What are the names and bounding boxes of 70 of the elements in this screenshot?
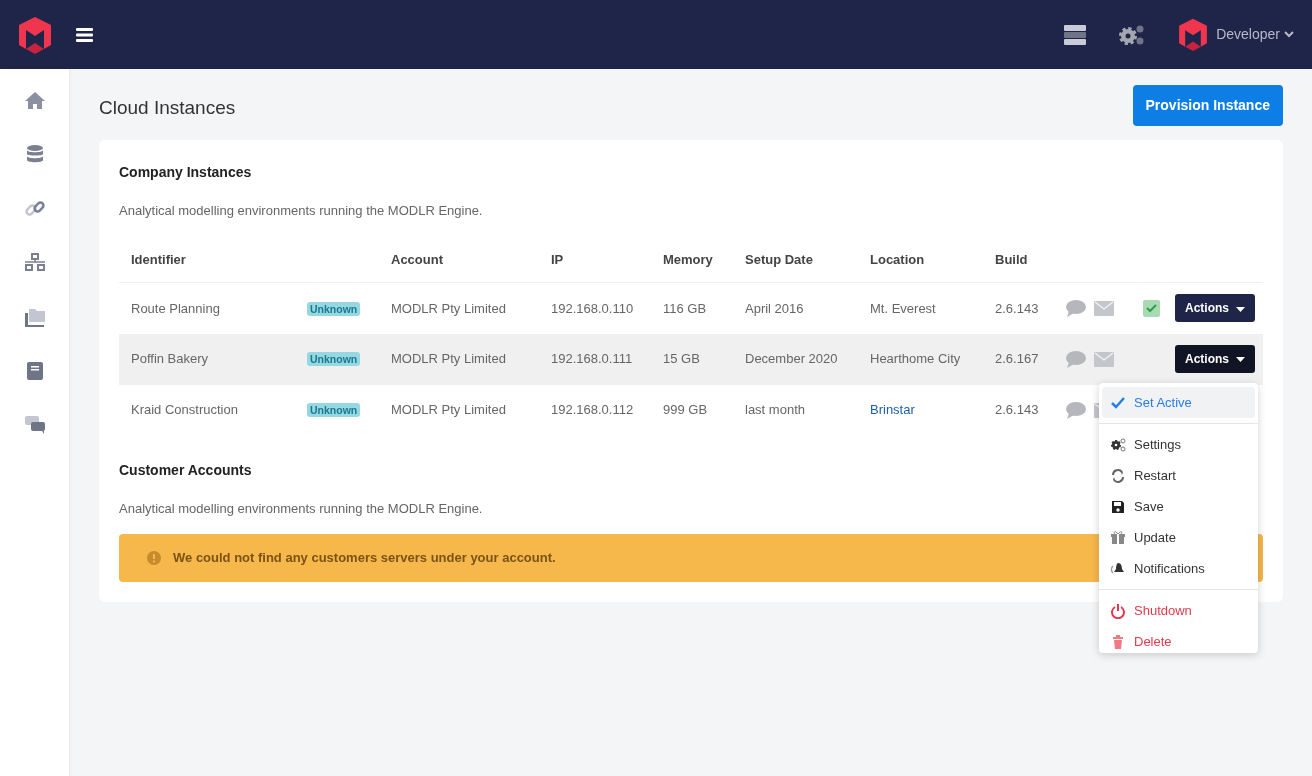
section-description: Analytical modelling environments running the MODLR Engine.: [119, 202, 483, 220]
warning-icon: [147, 550, 161, 565]
alert-message: We could not find any customers servers under your account.: [173, 549, 556, 567]
network-icon: [23, 252, 46, 274]
status-badge: Unknown: [307, 301, 361, 316]
table-cell: April 2016: [745, 300, 804, 316]
menu-item[interactable]: Notifications: [1102, 553, 1255, 584]
table-cell: December 2020: [745, 351, 838, 367]
active-checkbox[interactable]: [1143, 299, 1160, 317]
section-title: Customer Accounts: [119, 460, 252, 480]
chat-icon: [23, 414, 46, 436]
table-cell: MODLR Pty Limited: [391, 402, 506, 418]
column-header: Account: [391, 251, 443, 267]
sms-icon[interactable]: [1066, 401, 1086, 419]
table-cell: 192.168.0.111: [551, 351, 633, 367]
check-icon: [1146, 303, 1157, 313]
table-cell: Route Planning: [131, 300, 220, 316]
column-header: Identifier: [131, 251, 186, 267]
menu-icon[interactable]: [76, 27, 93, 42]
gears-icon: [1110, 436, 1126, 453]
server-icon[interactable]: [1064, 24, 1087, 45]
section-title: Company Instances: [119, 163, 252, 182]
folders-icon: [23, 306, 46, 328]
table-cell: Kraid Construction: [131, 402, 238, 418]
column-header: Build: [995, 251, 1028, 267]
menu-item[interactable]: Save: [1102, 491, 1255, 522]
table-cell: 192.168.0.110: [551, 300, 634, 316]
actions-button[interactable]: Actions: [1175, 294, 1256, 323]
table-cell: last month: [745, 402, 805, 418]
table-cell: 116 GB: [663, 300, 707, 316]
power-icon: [1110, 602, 1126, 619]
table-cell: Mt. Everest: [870, 300, 936, 316]
column-header: Location: [870, 251, 925, 267]
status-badge: Unknown: [307, 352, 361, 367]
avatar-icon: [1178, 18, 1209, 51]
status-badge: Unknown: [307, 403, 361, 418]
menu-item[interactable]: Delete: [1102, 626, 1255, 653]
sms-icon[interactable]: [1066, 299, 1086, 317]
logo-icon: [18, 15, 52, 54]
table-cell: 999 GB: [663, 402, 708, 418]
refresh-icon: [1110, 467, 1126, 484]
trash-icon: [1110, 633, 1126, 650]
menu-item[interactable]: Restart: [1102, 460, 1255, 491]
actions-button[interactable]: Actions: [1175, 345, 1256, 373]
provision-instance-button[interactable]: Provision Instance: [1132, 85, 1283, 126]
table-cell: 15 GB: [663, 351, 700, 367]
table-cell: MODLR Pty Limited: [391, 351, 506, 367]
menu-item[interactable]: Update: [1102, 522, 1255, 553]
menu-item[interactable]: Set Active: [1102, 387, 1255, 418]
table-cell: Poffin Bakery: [131, 351, 209, 367]
home-icon: [23, 90, 46, 112]
caret-icon: [1236, 306, 1246, 312]
gift-icon: [1110, 529, 1126, 546]
table-cell: Hearthome City: [870, 351, 961, 367]
table-cell: MODLR Pty Limited: [391, 300, 506, 316]
table-cell: 2.6.143: [995, 300, 1039, 316]
column-header: Memory: [663, 251, 713, 267]
section-description: Analytical modelling environments running the MODLR Engine.: [119, 499, 483, 518]
user-menu[interactable]: Developer: [1216, 24, 1294, 45]
caret-icon: [1236, 357, 1246, 363]
page-title: Cloud Instances: [99, 96, 236, 120]
location-link[interactable]: Brinstar: [870, 402, 915, 418]
table-cell: 192.168.0.112: [551, 402, 634, 418]
column-header: Setup Date: [745, 251, 813, 267]
column-header: IP: [551, 251, 564, 267]
table-cell: 2.6.167: [995, 351, 1039, 367]
table-cell: 2.6.143: [995, 402, 1039, 418]
menu-item[interactable]: Settings: [1102, 429, 1255, 460]
caret-icon: [1284, 31, 1294, 38]
menu-item[interactable]: Shutdown: [1102, 595, 1255, 626]
